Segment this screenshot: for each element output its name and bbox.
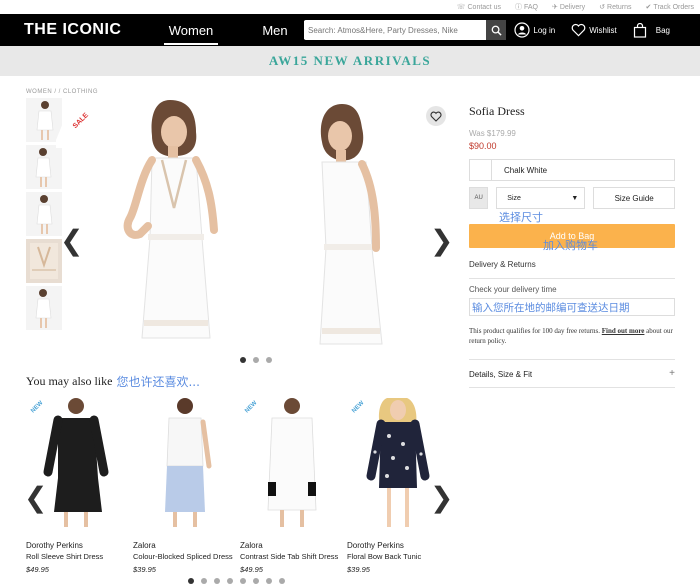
new-tag: NEW	[26, 392, 62, 428]
search-bar	[304, 20, 506, 40]
gallery-dot[interactable]	[266, 357, 272, 363]
header-actions: Log in Wishlist Bag	[514, 14, 670, 46]
promo-banner[interactable]: AW15 NEW ARRIVALS	[0, 46, 700, 76]
carousel-dot[interactable]	[201, 578, 207, 584]
details-label: Details, Size & Fit	[469, 370, 533, 379]
size-region[interactable]: AU	[469, 187, 489, 209]
product-card-image[interactable]	[133, 392, 236, 529]
tab-women[interactable]: Women	[164, 23, 218, 45]
delivery-link[interactable]: ✈ Delivery	[552, 3, 585, 11]
heart-icon	[571, 23, 586, 37]
recommendation-carousel: NEW Dorothy Perkins Roll Sleeve Shirt Dr…	[26, 392, 456, 574]
carousel-dot[interactable]	[266, 578, 272, 584]
product-card[interactable]: Zalora Colour-Blocked Spliced Dress $39.…	[133, 392, 236, 574]
gallery-next-arrow[interactable]: ❯	[430, 224, 453, 257]
color-selector[interactable]: Chalk White	[469, 159, 675, 181]
color-label: Chalk White	[504, 165, 548, 175]
product-price: $39.95	[133, 565, 156, 574]
chevron-down-icon: ▼	[571, 194, 579, 202]
size-row: AU Size ▼ Size Guide	[469, 187, 676, 209]
product-main-image[interactable]	[90, 98, 450, 352]
bag-button[interactable]: Bag	[633, 22, 670, 38]
also-like-annotation: 您也许还喜欢...	[116, 375, 200, 389]
new-tag: NEW	[347, 392, 383, 428]
size-placeholder: Size	[507, 194, 521, 202]
site-logo[interactable]: THE ICONIC	[24, 21, 164, 39]
product-brand: Zalora	[240, 541, 263, 550]
carousel-dot[interactable]	[188, 578, 194, 584]
gallery-prev-arrow[interactable]: ❮	[60, 224, 83, 257]
heart-icon	[430, 111, 442, 122]
product-price: $39.95	[347, 565, 370, 574]
thumbnail-selected[interactable]	[26, 239, 62, 283]
size-dropdown[interactable]: Size ▼	[496, 187, 586, 209]
thumbnail[interactable]	[26, 286, 62, 330]
product-panel: Sofia Dress Was $179.99 $90.00 Chalk Whi…	[469, 104, 676, 388]
tab-men[interactable]: Men	[248, 23, 302, 38]
thumbnail[interactable]	[26, 145, 62, 189]
new-tag: NEW	[240, 392, 276, 428]
breadcrumb[interactable]: WOMEN / / CLOTHING	[26, 89, 98, 95]
site-header: THE ICONIC Women Men Log in Wishlist Bag	[0, 14, 700, 46]
product-brand: Zalora	[133, 541, 156, 550]
was-price: Was $179.99	[469, 129, 516, 138]
carousel-dot[interactable]	[227, 578, 233, 584]
carousel-dot[interactable]	[253, 578, 259, 584]
thumbnail[interactable]	[26, 192, 62, 236]
product-name: Colour-Blocked Spliced Dress	[133, 552, 233, 561]
size-annotation: 选择尺寸	[499, 211, 543, 224]
sale-price: $90.00	[469, 141, 497, 151]
carousel-dots	[188, 578, 285, 584]
expand-icon: +	[669, 368, 675, 379]
model-side	[319, 104, 383, 345]
product-name: Contrast Side Tab Shift Dress	[240, 552, 339, 561]
banner-text: AW15 NEW ARRIVALS	[268, 53, 432, 68]
search-icon	[491, 25, 502, 36]
wishlist-toggle[interactable]	[426, 106, 446, 126]
track-orders-link[interactable]: ✔ Track Orders	[646, 3, 694, 11]
product-name: Floral Bow Back Tunic	[347, 552, 422, 561]
gallery-dot[interactable]	[253, 357, 259, 363]
user-icon	[514, 22, 531, 38]
product-brand: Dorothy Perkins	[347, 541, 404, 550]
returns-link[interactable]: ↺ Returns	[599, 3, 631, 11]
carousel-next-arrow[interactable]: ❯	[430, 481, 453, 514]
gallery-dots	[240, 357, 272, 363]
also-like-title: You may also like	[26, 374, 113, 388]
product-price: $49.95	[26, 565, 49, 574]
postcode-input[interactable]: 输入您所在地的邮编可查送达日期	[469, 298, 675, 316]
details-accordion[interactable]: Details, Size & Fit +	[469, 368, 675, 379]
carousel-dot[interactable]	[240, 578, 246, 584]
contact-link[interactable]: ☏ Contact us	[457, 3, 501, 11]
product-name: Roll Sleeve Shirt Dress	[26, 552, 104, 561]
bag-icon	[633, 22, 646, 38]
add-annotation: 加入购物车	[543, 239, 598, 252]
gender-nav: Women Men	[164, 23, 302, 45]
carousel-dot[interactable]	[279, 578, 285, 584]
also-like-heading: You may also like 您也许还喜欢...	[26, 373, 200, 390]
product-brand: Dorothy Perkins	[26, 541, 83, 550]
faq-link[interactable]: ⓘ FAQ	[515, 2, 538, 12]
product-price: $49.95	[240, 565, 263, 574]
product-card-image[interactable]: NEW	[240, 392, 343, 529]
carousel-dot[interactable]	[214, 578, 220, 584]
return-policy-text: This product qualifies for 100 day free …	[469, 327, 673, 345]
size-guide-button[interactable]: Size Guide	[593, 187, 676, 209]
postcode-annotation: 输入您所在地的邮编可查送达日期	[472, 301, 630, 314]
search-input[interactable]	[304, 21, 482, 39]
login-button[interactable]: Log in	[514, 22, 555, 38]
product-title: Sofia Dress	[469, 104, 525, 118]
wishlist-button[interactable]: Wishlist	[571, 23, 617, 37]
product-card[interactable]: NEW Zalora Contrast Side Tab Shift Dress…	[240, 392, 343, 574]
search-button[interactable]	[486, 20, 506, 40]
find-out-more-link[interactable]: Find out more	[602, 327, 645, 335]
gallery-dot[interactable]	[240, 357, 246, 363]
color-swatch[interactable]	[470, 159, 492, 181]
utility-bar: ☏ Contact us ⓘ FAQ ✈ Delivery ↺ Returns ✔ Tra…	[0, 0, 700, 14]
model-front	[123, 100, 218, 339]
check-delivery-label: Check your delivery time	[469, 285, 557, 294]
carousel-prev-arrow[interactable]: ❮	[24, 481, 47, 514]
delivery-returns-link[interactable]: Delivery & Returns	[469, 260, 675, 269]
